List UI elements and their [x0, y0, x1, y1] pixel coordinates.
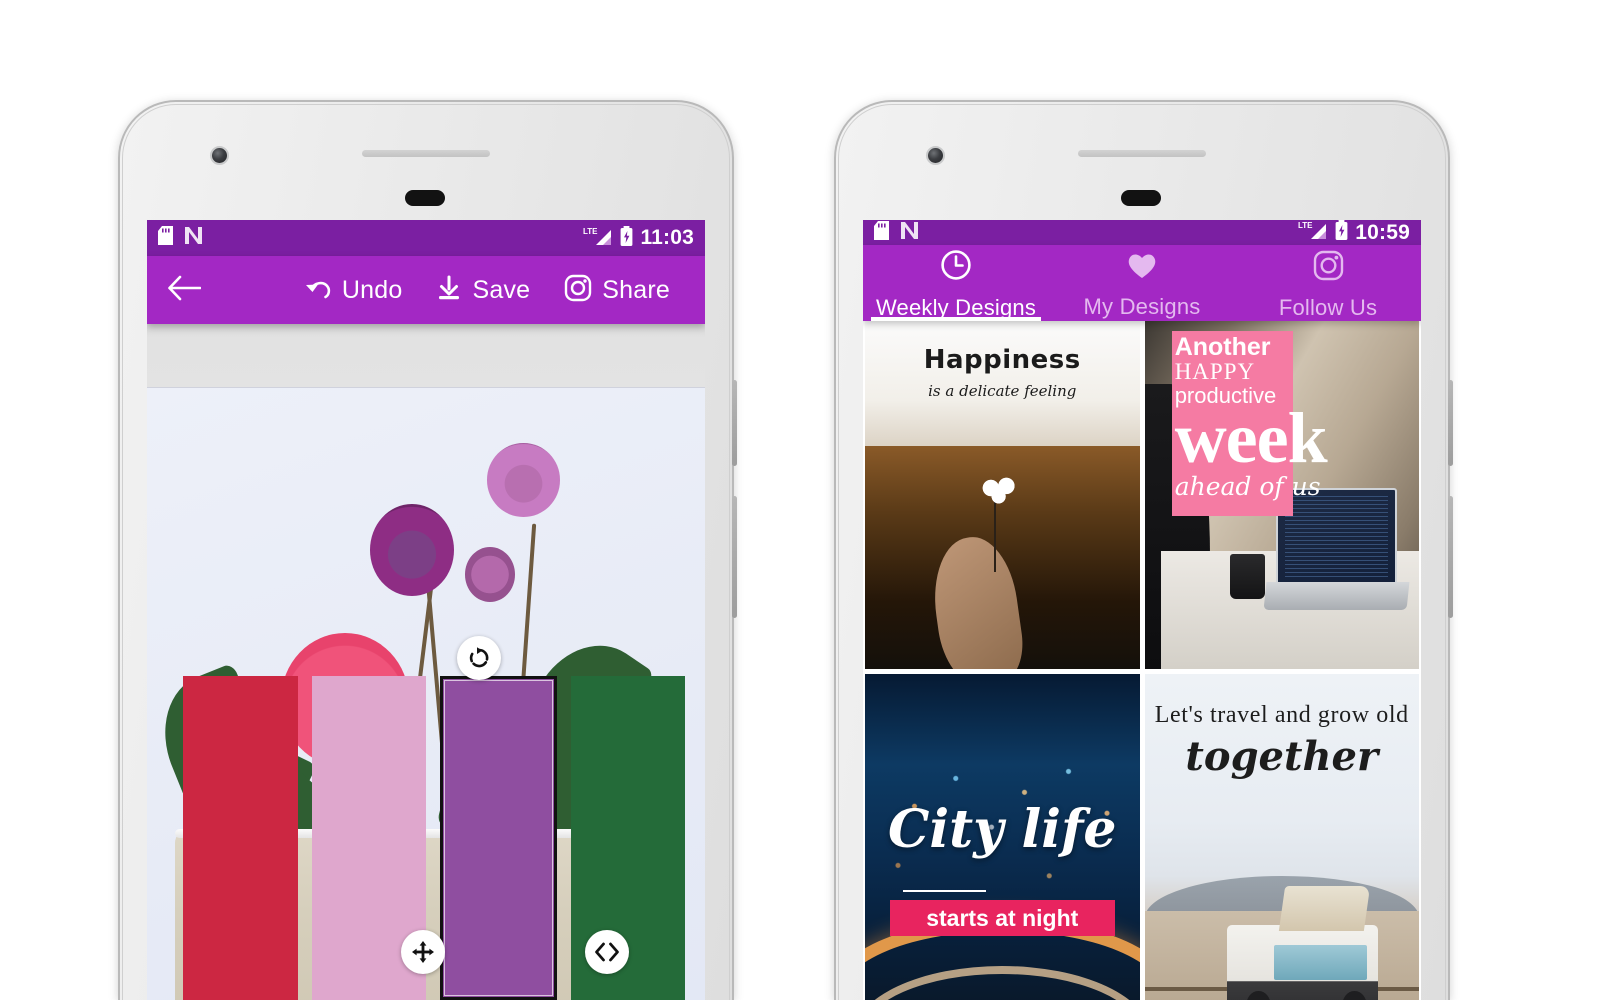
- move-handle[interactable]: [400, 929, 445, 974]
- designs-grid: Happiness is a delicate feeling Another …: [863, 321, 1421, 1000]
- tab-weekly-designs[interactable]: Weekly Designs: [863, 245, 1049, 321]
- undo-button[interactable]: Undo: [287, 276, 420, 305]
- power-button[interactable]: [1448, 380, 1453, 466]
- volume-button[interactable]: [732, 496, 737, 618]
- design-card-week[interactable]: Another HAPPY productive week ahead of u…: [1144, 321, 1420, 669]
- status-bar-right: LTE 10:59: [863, 220, 1421, 245]
- download-icon: [436, 275, 462, 306]
- screenshot-root: LTE 11:03 Undo Save Share LTE 10:59 Week…: [0, 0, 1600, 1000]
- card-text-happiness: Happiness is a delicate feeling: [865, 345, 1140, 400]
- android-nougat-icon: [900, 221, 919, 245]
- save-button[interactable]: Save: [419, 275, 547, 306]
- move-icon: [411, 940, 434, 963]
- card-line-happy: HAPPY: [1174, 358, 1256, 384]
- active-tab-indicator: [871, 317, 1041, 321]
- editor-canvas[interactable]: [147, 388, 705, 1000]
- svg-text:LTE: LTE: [583, 227, 598, 236]
- share-button[interactable]: Share: [547, 274, 687, 307]
- tab-label-follow-us: Follow Us: [1278, 294, 1378, 320]
- phone-right-screen: LTE 10:59 Weekly Designs My Designs Foll…: [863, 220, 1421, 1000]
- android-nougat-icon: [184, 226, 203, 250]
- tab-follow-us[interactable]: Follow Us: [1235, 245, 1421, 321]
- heart-icon: [1126, 251, 1158, 285]
- small-aster-bloom: [465, 547, 516, 603]
- front-camera-icon: [210, 146, 229, 165]
- clock-icon: [940, 249, 972, 286]
- design-card-travel[interactable]: Let's travel and grow old together: [1144, 674, 1420, 1000]
- tab-my-designs[interactable]: My Designs: [1049, 245, 1235, 321]
- status-bar-time: 11:03: [640, 226, 694, 249]
- status-bar-left: LTE 11:03: [147, 220, 705, 256]
- card-line-together: together: [1185, 732, 1379, 780]
- arrow-left-icon: [167, 275, 202, 306]
- card-subline: is a delicate feeling: [928, 382, 1077, 401]
- instagram-icon: [564, 274, 592, 307]
- card-rule: [903, 889, 986, 892]
- resize-handle[interactable]: [585, 929, 630, 974]
- canvas-top-strip: [147, 324, 705, 388]
- card-headline-city: City life: [888, 799, 1117, 861]
- card-headline: Happiness: [923, 345, 1081, 376]
- share-label: Share: [602, 275, 670, 304]
- svg-text:LTE: LTE: [1298, 221, 1313, 230]
- signal-icon: LTE: [1298, 220, 1328, 245]
- instagram-icon: [1313, 250, 1344, 286]
- sensor-pill: [405, 190, 445, 206]
- status-bar-time: 10:59: [1355, 220, 1410, 244]
- signal-icon: LTE: [583, 226, 613, 251]
- tab-label-my-designs: My Designs: [1083, 293, 1201, 319]
- card-line-another: Another: [1174, 332, 1271, 361]
- phone-left-screen: LTE 11:03 Undo Save Share: [147, 220, 705, 1000]
- earpiece-speaker: [362, 150, 490, 157]
- card-banner-city: starts at night: [889, 900, 1115, 937]
- battery-charging-icon: [620, 225, 633, 251]
- pink-aster-bloom: [487, 443, 560, 517]
- sd-card-icon: [874, 220, 889, 245]
- front-camera-icon: [926, 146, 945, 165]
- design-card-happiness[interactable]: Happiness is a delicate feeling: [865, 321, 1140, 669]
- editor-toolbar: Undo Save Share: [147, 256, 705, 324]
- color-bar-red[interactable]: [183, 675, 298, 1000]
- design-card-city-life[interactable]: City life starts at night: [865, 674, 1140, 1000]
- phone-right: LTE 10:59 Weekly Designs My Designs Foll…: [834, 100, 1453, 1000]
- sensor-pill: [1121, 190, 1161, 206]
- back-button[interactable]: [147, 275, 217, 306]
- card-text-week: Another HAPPY productive week ahead of u…: [1145, 332, 1420, 502]
- earpiece-speaker: [1078, 150, 1206, 157]
- battery-charging-icon: [1335, 220, 1348, 245]
- undo-label: Undo: [341, 275, 403, 304]
- main-tab-bar: Weekly Designs My Designs Follow Us: [863, 245, 1421, 321]
- phone-left: LTE 11:03 Undo Save Share: [118, 100, 737, 1000]
- rotate-handle[interactable]: [456, 635, 501, 680]
- card-text-travel: Let's travel and grow old together: [1145, 702, 1420, 780]
- save-label: Save: [472, 275, 531, 304]
- power-button[interactable]: [732, 380, 737, 466]
- card-line-ahead: ahead of us: [1174, 472, 1321, 502]
- rotate-icon: [469, 647, 489, 668]
- card-line-travel: Let's travel and grow old: [1154, 701, 1409, 728]
- undo-icon: [304, 276, 332, 305]
- purple-aster-bloom: [370, 504, 454, 597]
- sd-card-icon: [158, 226, 173, 250]
- color-bar-purple-selected[interactable]: [439, 675, 558, 1000]
- volume-button[interactable]: [1448, 496, 1453, 618]
- resize-icon: [595, 942, 619, 962]
- card-line-week: week: [1174, 398, 1328, 479]
